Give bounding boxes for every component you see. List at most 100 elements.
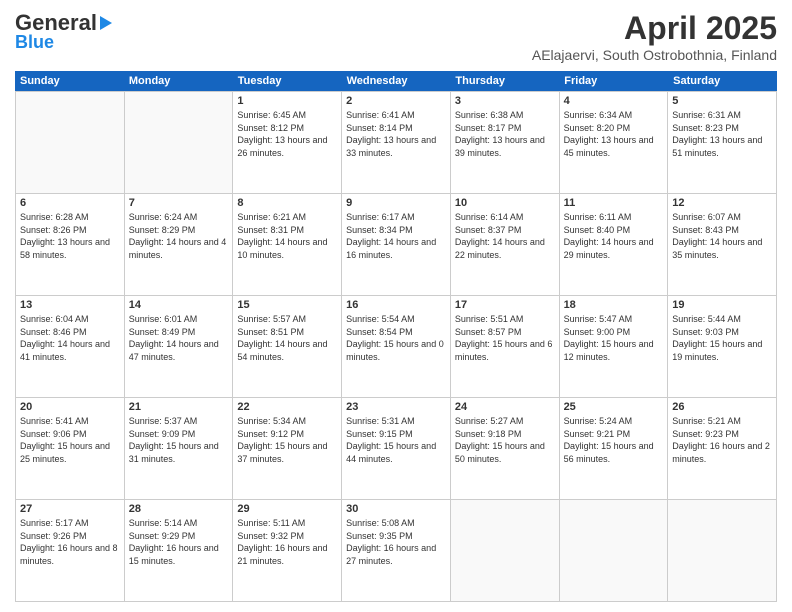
day-info: Sunrise: 6:45 AM Sunset: 8:12 PM Dayligh…: [237, 109, 337, 159]
day-info: Sunrise: 5:11 AM Sunset: 9:32 PM Dayligh…: [237, 517, 337, 567]
day-info: Sunrise: 5:54 AM Sunset: 8:54 PM Dayligh…: [346, 313, 446, 363]
calendar-day-21: 21 Sunrise: 5:37 AM Sunset: 9:09 PM Dayli…: [125, 398, 234, 499]
calendar-day-2: 2 Sunrise: 6:41 AM Sunset: 8:14 PM Daylig…: [342, 92, 451, 193]
day-number: 18: [564, 299, 664, 311]
day-info: Sunrise: 6:41 AM Sunset: 8:14 PM Dayligh…: [346, 109, 446, 159]
calendar-day-7: 7 Sunrise: 6:24 AM Sunset: 8:29 PM Daylig…: [125, 194, 234, 295]
calendar-day-15: 15 Sunrise: 5:57 AM Sunset: 8:51 PM Dayli…: [233, 296, 342, 397]
calendar-header: SundayMondayTuesdayWednesdayThursdayFrid…: [15, 71, 777, 91]
header: General Blue April 2025 AElajaervi, Sout…: [15, 10, 777, 63]
day-info: Sunrise: 5:57 AM Sunset: 8:51 PM Dayligh…: [237, 313, 337, 363]
day-info: Sunrise: 6:07 AM Sunset: 8:43 PM Dayligh…: [672, 211, 772, 261]
day-info: Sunrise: 6:17 AM Sunset: 8:34 PM Dayligh…: [346, 211, 446, 261]
title-block: April 2025 AElajaervi, South Ostrobothni…: [532, 10, 777, 63]
day-info: Sunrise: 6:28 AM Sunset: 8:26 PM Dayligh…: [20, 211, 120, 261]
logo-arrow-icon: [100, 16, 112, 30]
calendar-day-13: 13Sunrise: 6:04 AM Sunset: 8:46 PM Dayli…: [16, 296, 125, 397]
day-number: 19: [672, 299, 772, 311]
calendar-day-6: 6 Sunrise: 6:28 AM Sunset: 8:26 PM Daylig…: [16, 194, 125, 295]
day-info: Sunrise: 5:51 AM Sunset: 8:57 PM Dayligh…: [455, 313, 555, 363]
calendar-day-9: 9Sunrise: 6:17 AM Sunset: 8:34 PM Daylig…: [342, 194, 451, 295]
calendar-day-24: 24Sunrise: 5:27 AM Sunset: 9:18 PM Dayli…: [451, 398, 560, 499]
day-number: 23: [346, 401, 446, 413]
day-header-wednesday: Wednesday: [342, 71, 451, 91]
page: General Blue April 2025 AElajaervi, Sout…: [0, 0, 792, 612]
calendar-day-22: 22 Sunrise: 5:34 AM Sunset: 9:12 PM Dayli…: [233, 398, 342, 499]
day-header-thursday: Thursday: [450, 71, 559, 91]
day-info: Sunrise: 6:21 AM Sunset: 8:31 PM Dayligh…: [237, 211, 337, 261]
page-subtitle: AElajaervi, South Ostrobothnia, Finland: [532, 47, 777, 63]
day-info: Sunrise: 5:41 AM Sunset: 9:06 PM Dayligh…: [20, 415, 120, 465]
calendar-day-17: 17 Sunrise: 5:51 AM Sunset: 8:57 PM Dayli…: [451, 296, 560, 397]
calendar-day-20: 20Sunrise: 5:41 AM Sunset: 9:06 PM Dayli…: [16, 398, 125, 499]
day-info: Sunrise: 5:08 AM Sunset: 9:35 PM Dayligh…: [346, 517, 446, 567]
day-info: Sunrise: 5:47 AM Sunset: 9:00 PM Dayligh…: [564, 313, 664, 363]
calendar-day-empty: [125, 92, 234, 193]
calendar-day-empty: [16, 92, 125, 193]
calendar-day-18: 18 Sunrise: 5:47 AM Sunset: 9:00 PM Dayli…: [560, 296, 669, 397]
day-number: 25: [564, 401, 664, 413]
calendar-day-1: 1 Sunrise: 6:45 AM Sunset: 8:12 PM Daylig…: [233, 92, 342, 193]
day-number: 22: [237, 401, 337, 413]
day-info: Sunrise: 5:44 AM Sunset: 9:03 PM Dayligh…: [672, 313, 772, 363]
calendar-day-8: 8 Sunrise: 6:21 AM Sunset: 8:31 PM Daylig…: [233, 194, 342, 295]
day-number: 16: [346, 299, 446, 311]
day-number: 26: [672, 401, 772, 413]
day-header-tuesday: Tuesday: [233, 71, 342, 91]
calendar-row-1: 1 Sunrise: 6:45 AM Sunset: 8:12 PM Daylig…: [15, 91, 777, 193]
day-info: Sunrise: 6:24 AM Sunset: 8:29 PM Dayligh…: [129, 211, 229, 261]
calendar-row-2: 6 Sunrise: 6:28 AM Sunset: 8:26 PM Daylig…: [15, 193, 777, 295]
day-info: Sunrise: 5:21 AM Sunset: 9:23 PM Dayligh…: [672, 415, 772, 465]
day-header-saturday: Saturday: [668, 71, 777, 91]
calendar-row-5: 27Sunrise: 5:17 AM Sunset: 9:26 PM Dayli…: [15, 499, 777, 602]
day-number: 30: [346, 503, 446, 515]
day-number: 29: [237, 503, 337, 515]
day-info: Sunrise: 6:11 AM Sunset: 8:40 PM Dayligh…: [564, 211, 664, 261]
day-header-monday: Monday: [124, 71, 233, 91]
day-number: 5: [672, 95, 772, 107]
day-number: 7: [129, 197, 229, 209]
day-info: Sunrise: 6:38 AM Sunset: 8:17 PM Dayligh…: [455, 109, 555, 159]
day-number: 13: [20, 299, 120, 311]
calendar-day-11: 11 Sunrise: 6:11 AM Sunset: 8:40 PM Dayli…: [560, 194, 669, 295]
day-number: 8: [237, 197, 337, 209]
logo-blue: Blue: [15, 32, 54, 53]
day-info: Sunrise: 5:24 AM Sunset: 9:21 PM Dayligh…: [564, 415, 664, 465]
day-number: 2: [346, 95, 446, 107]
day-number: 4: [564, 95, 664, 107]
calendar-day-23: 23 Sunrise: 5:31 AM Sunset: 9:15 PM Dayli…: [342, 398, 451, 499]
calendar-row-4: 20Sunrise: 5:41 AM Sunset: 9:06 PM Dayli…: [15, 397, 777, 499]
day-number: 3: [455, 95, 555, 107]
page-title: April 2025: [532, 10, 777, 47]
day-header-sunday: Sunday: [15, 71, 124, 91]
day-number: 15: [237, 299, 337, 311]
day-number: 6: [20, 197, 120, 209]
day-info: Sunrise: 5:37 AM Sunset: 9:09 PM Dayligh…: [129, 415, 229, 465]
calendar-day-empty: [668, 500, 777, 601]
calendar-day-3: 3 Sunrise: 6:38 AM Sunset: 8:17 PM Daylig…: [451, 92, 560, 193]
day-info: Sunrise: 5:17 AM Sunset: 9:26 PM Dayligh…: [20, 517, 120, 567]
calendar: SundayMondayTuesdayWednesdayThursdayFrid…: [15, 71, 777, 602]
day-info: Sunrise: 5:31 AM Sunset: 9:15 PM Dayligh…: [346, 415, 446, 465]
day-number: 21: [129, 401, 229, 413]
calendar-day-16: 16 Sunrise: 5:54 AM Sunset: 8:54 PM Dayli…: [342, 296, 451, 397]
day-number: 10: [455, 197, 555, 209]
calendar-day-19: 19 Sunrise: 5:44 AM Sunset: 9:03 PM Dayli…: [668, 296, 777, 397]
calendar-day-30: 30 Sunrise: 5:08 AM Sunset: 9:35 PM Dayli…: [342, 500, 451, 601]
day-number: 24: [455, 401, 555, 413]
day-number: 11: [564, 197, 664, 209]
day-info: Sunrise: 6:34 AM Sunset: 8:20 PM Dayligh…: [564, 109, 664, 159]
day-number: 1: [237, 95, 337, 107]
day-header-friday: Friday: [559, 71, 668, 91]
calendar-day-25: 25 Sunrise: 5:24 AM Sunset: 9:21 PM Dayli…: [560, 398, 669, 499]
calendar-day-empty: [451, 500, 560, 601]
day-number: 17: [455, 299, 555, 311]
calendar-body: 1 Sunrise: 6:45 AM Sunset: 8:12 PM Daylig…: [15, 91, 777, 602]
calendar-day-29: 29 Sunrise: 5:11 AM Sunset: 9:32 PM Dayli…: [233, 500, 342, 601]
logo: General Blue: [15, 10, 112, 53]
day-info: Sunrise: 6:31 AM Sunset: 8:23 PM Dayligh…: [672, 109, 772, 159]
calendar-day-27: 27Sunrise: 5:17 AM Sunset: 9:26 PM Dayli…: [16, 500, 125, 601]
day-info: Sunrise: 5:34 AM Sunset: 9:12 PM Dayligh…: [237, 415, 337, 465]
calendar-day-14: 14Sunrise: 6:01 AM Sunset: 8:49 PM Dayli…: [125, 296, 234, 397]
day-info: Sunrise: 6:01 AM Sunset: 8:49 PM Dayligh…: [129, 313, 229, 363]
